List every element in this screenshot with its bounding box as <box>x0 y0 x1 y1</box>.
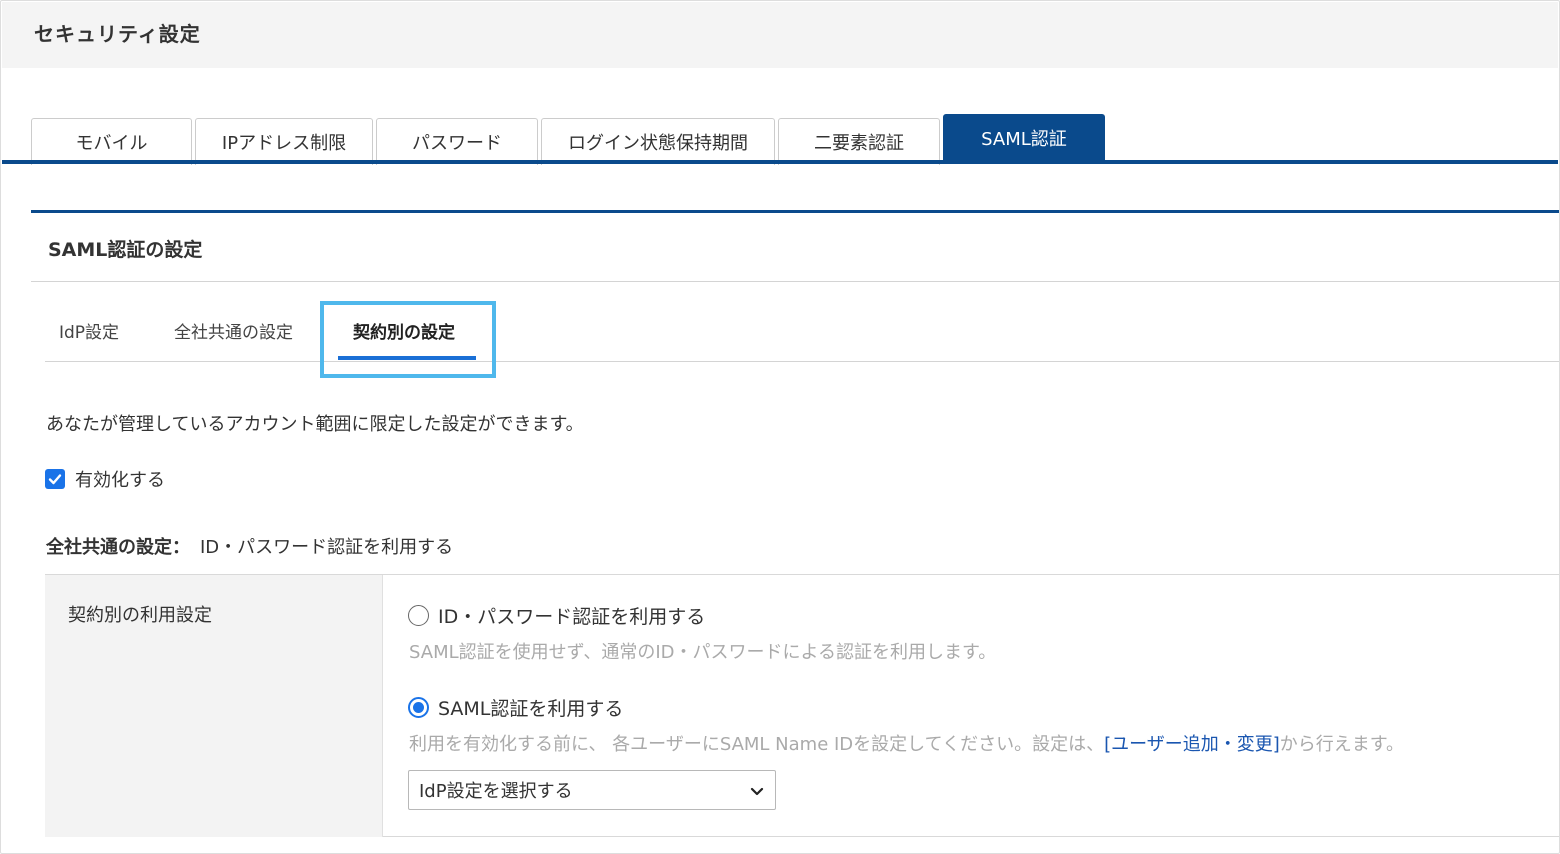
common-setting-key: 全社共通の設定： <box>46 537 190 558</box>
option-saml[interactable]: SAML認証を利用する <box>408 694 623 721</box>
sub-tab-idp[interactable]: IdP設定 <box>59 318 119 343</box>
tab-two-factor[interactable]: 二要素認証 <box>778 118 940 165</box>
enable-label[interactable]: 有効化する <box>75 466 165 492</box>
checkmark-icon <box>48 474 62 485</box>
option-saml-help-prefix: 利用を有効化する前に、 各ユーザーにSAML Name IDを設定してください。… <box>409 734 1105 755</box>
app-frame: セキュリティ設定 モバイル IPアドレス制限 パスワード ログイン状態保持期間 … <box>0 0 1560 854</box>
option-saml-help: 利用を有効化する前に、 各ユーザーにSAML Name IDを設定してください。… <box>409 730 1404 756</box>
option-saml-help-suffix: から行えます。 <box>1279 734 1404 755</box>
settings-table: 契約別の利用設定 <box>45 574 1559 837</box>
radio-saml[interactable] <box>408 697 429 718</box>
tab-mobile[interactable]: モバイル <box>31 118 192 165</box>
user-add-change-link[interactable]: [ユーザー追加・変更] <box>1104 734 1280 755</box>
option-saml-label[interactable]: SAML認証を利用する <box>438 694 623 721</box>
option-id-password-help: SAML認証を使用せず、通常のID・パスワードによる認証を利用します。 <box>409 642 997 663</box>
chevron-down-icon <box>750 787 764 796</box>
page-title: セキュリティ設定 <box>34 22 201 46</box>
common-setting-value: ID・パスワード認証を利用する <box>200 537 454 558</box>
common-setting-row: 全社共通の設定： ID・パスワード認証を利用する <box>46 533 453 559</box>
option-id-password[interactable]: ID・パスワード認証を利用する <box>408 602 705 629</box>
idp-select-value: IdP設定を選択する <box>419 781 573 802</box>
main-tabs: モバイル IPアドレス制限 パスワード ログイン状態保持期間 二要素認証 SAM… <box>31 114 1108 165</box>
tab-password[interactable]: パスワード <box>376 118 538 165</box>
sub-tab-common[interactable]: 全社共通の設定 <box>174 318 293 343</box>
tabs-underline <box>2 160 1558 164</box>
option-id-password-label[interactable]: ID・パスワード認証を利用する <box>438 602 705 629</box>
idp-select[interactable]: IdP設定を選択する <box>408 770 776 810</box>
page-header: セキュリティ設定 <box>2 2 1558 68</box>
description-text: あなたが管理しているアカウント範囲に限定した設定ができます。 <box>46 414 584 435</box>
enable-checkbox[interactable] <box>45 469 65 489</box>
tab-saml[interactable]: SAML認証 <box>943 114 1105 161</box>
tab-ip-restriction[interactable]: IPアドレス制限 <box>195 118 373 165</box>
section-divider <box>31 281 1559 282</box>
highlight-box <box>320 301 496 378</box>
tab-login-retention[interactable]: ログイン状態保持期間 <box>541 118 775 165</box>
sub-tabs-divider <box>45 361 1559 362</box>
section-top-border <box>31 210 1559 213</box>
usage-label: 契約別の利用設定 <box>68 605 212 626</box>
enable-row: 有効化する <box>45 466 165 492</box>
section-title: SAML認証の設定 <box>48 239 203 261</box>
radio-id-password[interactable] <box>408 605 429 626</box>
settings-label-cell: 契約別の利用設定 <box>45 575 383 837</box>
